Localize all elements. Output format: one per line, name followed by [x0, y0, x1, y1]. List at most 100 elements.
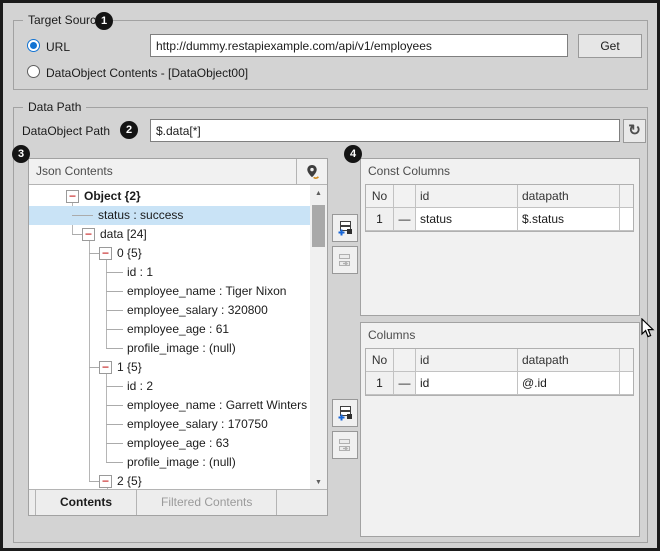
columns-table: Noiddatapath1—id@.id [365, 348, 634, 396]
table-cell[interactable]: @.id [518, 372, 620, 395]
table-cell[interactable]: 1 [366, 372, 394, 395]
refresh-button[interactable]: ↻ [623, 119, 646, 143]
dataobject-path-input[interactable] [150, 119, 620, 142]
json-contents-panel: Json Contents −Object {2}status : succes… [28, 158, 328, 516]
tree-node[interactable]: employee_name : Tiger Nixon [29, 282, 310, 301]
json-contents-title: Json Contents [36, 164, 113, 178]
column-header[interactable] [620, 349, 633, 372]
tree-connector [106, 405, 123, 406]
tree-collapse-icon[interactable]: − [99, 475, 112, 488]
tree-connector [89, 367, 99, 368]
column-header[interactable] [394, 185, 416, 208]
tree-node[interactable]: status : success [29, 206, 310, 225]
tree-connector [106, 443, 123, 444]
url-radio-label: URL [46, 40, 70, 54]
columns-title: Columns [368, 328, 415, 342]
column-header[interactable] [394, 349, 416, 372]
url-input[interactable] [150, 34, 568, 57]
table-header-row: Noiddatapath [366, 185, 633, 208]
dataobject-path-label: DataObject Path [22, 124, 110, 138]
tab-filtered-contents[interactable]: Filtered Contents [137, 490, 277, 515]
tree-collapse-icon[interactable]: − [82, 228, 95, 241]
step-badge-1: 1 [95, 12, 113, 30]
tree-node[interactable]: id : 2 [29, 377, 310, 396]
const-add-column-button[interactable] [332, 214, 358, 242]
add-column-icon [337, 220, 353, 236]
column-header[interactable]: datapath [518, 349, 620, 372]
url-radio[interactable] [27, 39, 40, 52]
const-columns-header: Const Columns [361, 159, 639, 184]
tree-node-label: 2 {5} [117, 472, 142, 491]
table-cell[interactable]: 1 [366, 208, 394, 231]
dataobject-radio[interactable] [27, 65, 40, 78]
tree-node-label: id : 2 [127, 377, 153, 396]
remove-column-icon-disabled [337, 252, 353, 268]
jsonpath-pin-icon [305, 164, 320, 180]
tree-collapse-icon[interactable]: − [99, 361, 112, 374]
tree-connector [106, 386, 123, 387]
table-cell[interactable]: id [416, 372, 518, 395]
get-button[interactable]: Get [578, 34, 642, 58]
dataobject-radio-label: DataObject Contents - [DataObject00] [46, 66, 248, 80]
table-cell[interactable]: status [416, 208, 518, 231]
tree-node[interactable]: profile_image : (null) [29, 453, 310, 472]
tree-node[interactable]: −1 {5} [29, 358, 310, 377]
const-columns-panel: Const Columns Noiddatapath1—status$.stat… [360, 158, 640, 316]
tree-node[interactable]: profile_image : (null) [29, 339, 310, 358]
tree-node-label: employee_age : 61 [127, 320, 229, 339]
tree-node-label: employee_age : 63 [127, 434, 229, 453]
columns-header: Columns [361, 323, 639, 348]
tree-node[interactable]: −0 {5} [29, 244, 310, 263]
add-column-icon [337, 405, 353, 421]
step-badge-3: 3 [12, 145, 30, 163]
table-cell[interactable]: — [394, 372, 416, 395]
tree-connector [106, 291, 123, 292]
table-row[interactable]: 1—status$.status [366, 208, 633, 231]
tree-node-label: 0 {5} [117, 244, 142, 263]
tree-connector [72, 234, 82, 235]
tree-connector [89, 253, 99, 254]
column-header[interactable]: id [416, 185, 518, 208]
remove-column-icon-disabled [337, 437, 353, 453]
tree-connector [89, 481, 99, 482]
tree-node[interactable]: employee_name : Garrett Winters [29, 396, 310, 415]
table-cell[interactable]: — [394, 208, 416, 231]
jsonpath-pin-button[interactable] [296, 159, 327, 184]
tree-node[interactable]: −data [24] [29, 225, 310, 244]
tree-connector [106, 424, 123, 425]
tree-collapse-icon[interactable]: − [66, 190, 79, 203]
tree-node-label: employee_name : Garrett Winters [127, 396, 307, 415]
tree-node[interactable]: employee_salary : 320800 [29, 301, 310, 320]
rest-data-source-dialog: Target Source 1 URL Get DataObject Conte… [0, 0, 660, 551]
tree-node-label: data [24] [100, 225, 147, 244]
tree-connector [106, 310, 123, 311]
json-contents-tabbar: ContentsFiltered Contents [29, 489, 327, 515]
column-header[interactable]: No [366, 349, 394, 372]
table-cell[interactable]: $.status [518, 208, 620, 231]
column-header[interactable] [620, 185, 633, 208]
tree-collapse-icon[interactable]: − [99, 247, 112, 260]
tree-connector [106, 329, 123, 330]
tree-connector [72, 215, 93, 216]
columns-panel: Columns Noiddatapath1—id@.id [360, 322, 640, 537]
table-row[interactable]: 1—id@.id [366, 372, 633, 395]
tree-node-label: employee_salary : 170750 [127, 415, 268, 434]
step-badge-2: 2 [120, 121, 138, 139]
columns-add-column-button[interactable] [332, 399, 358, 427]
tab-contents[interactable]: Contents [35, 490, 137, 515]
table-cell[interactable] [620, 372, 633, 395]
tree-node[interactable]: employee_age : 63 [29, 434, 310, 453]
column-header[interactable]: No [366, 185, 394, 208]
tree-node[interactable]: employee_salary : 170750 [29, 415, 310, 434]
json-contents-header: Json Contents [29, 159, 327, 185]
tree-node-label: id : 1 [127, 263, 153, 282]
tree-node[interactable]: employee_age : 61 [29, 320, 310, 339]
column-header[interactable]: id [416, 349, 518, 372]
tree-node[interactable]: −Object {2} [29, 187, 310, 206]
tree-node[interactable]: id : 1 [29, 263, 310, 282]
column-header[interactable]: datapath [518, 185, 620, 208]
mouse-cursor [641, 318, 655, 338]
tree-node[interactable]: −2 {5} [29, 472, 310, 491]
tree-connector [106, 348, 123, 349]
table-cell[interactable] [620, 208, 633, 231]
